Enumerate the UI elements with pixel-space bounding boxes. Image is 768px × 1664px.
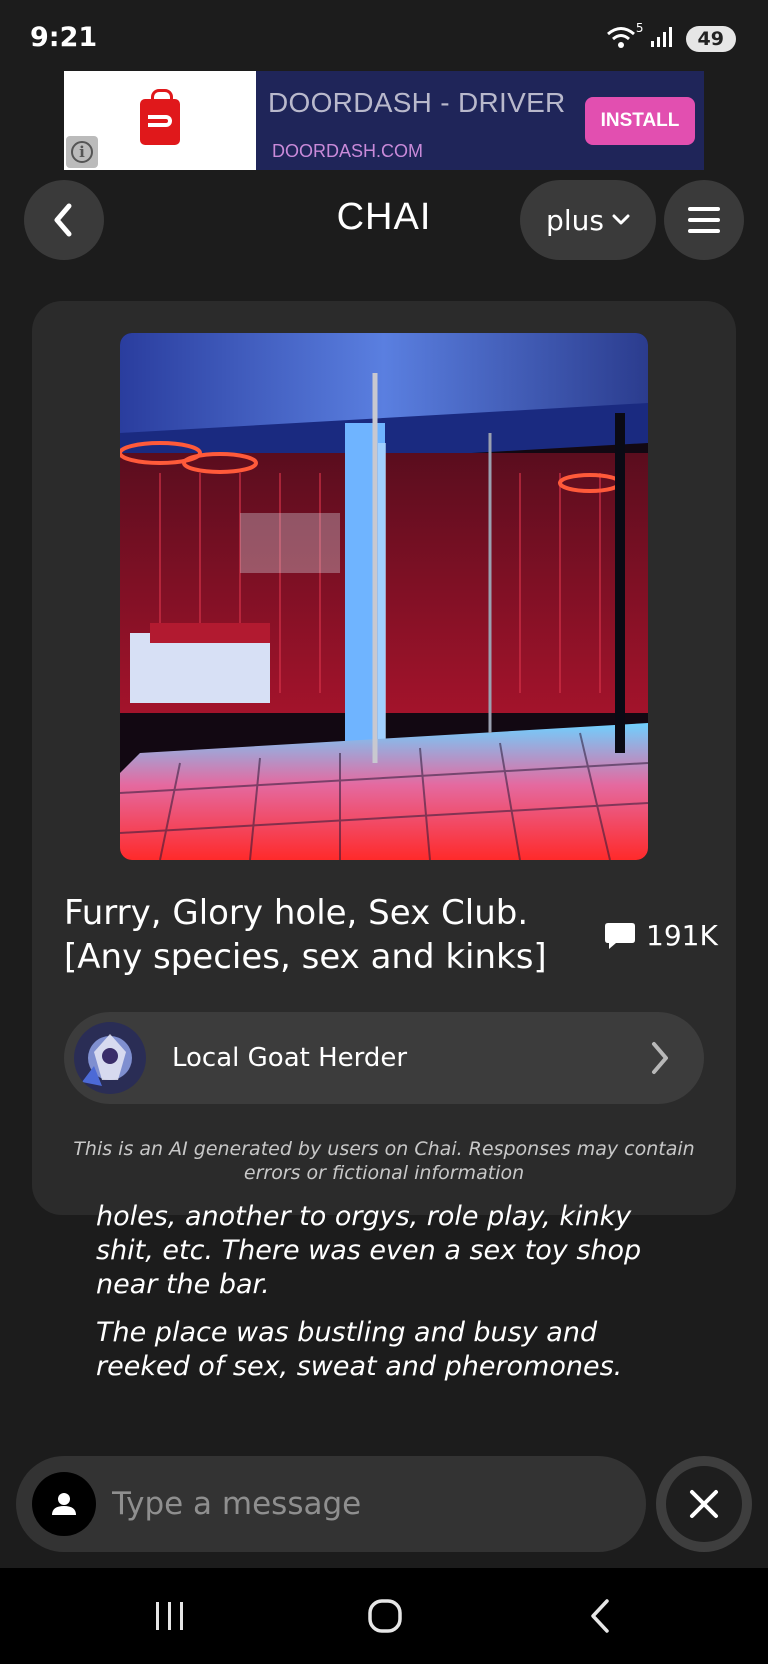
chat-paragraph: holes, another to orgys, role play, kink… — [96, 1201, 642, 1300]
battery-indicator: 49 — [685, 26, 736, 52]
chevron-left-icon — [54, 203, 72, 237]
chevron-right-icon — [652, 1042, 668, 1074]
user-icon — [52, 1493, 76, 1515]
ad-text-area[interactable]: DOORDASH - DRIVER DOORDASH.COM INSTALL — [256, 71, 704, 170]
home-icon — [368, 1599, 402, 1633]
close-icon — [690, 1490, 718, 1518]
wifi-icon: 5 — [606, 21, 644, 53]
message-input[interactable] — [112, 1474, 622, 1534]
recents-icon — [156, 1602, 183, 1630]
signal-icon — [650, 25, 676, 53]
bot-cover-image — [120, 333, 648, 860]
chevron-down-icon — [612, 214, 630, 225]
hamburger-menu-icon — [688, 207, 720, 233]
ad-install-button[interactable]: INSTALL — [585, 97, 695, 145]
nav-back-icon — [591, 1599, 609, 1633]
status-time: 9:21 — [30, 22, 98, 53]
status-icons: 5 49 — [606, 21, 736, 54]
menu-button[interactable] — [664, 180, 744, 260]
bot-info-card: Furry, Glory hole, Sex Club. [Any specie… — [32, 301, 736, 1215]
creator-link[interactable]: Local Goat Herder — [64, 1012, 704, 1104]
bot-name: Furry, Glory hole, Sex Club. [Any specie… — [64, 893, 547, 977]
back-button[interactable] — [24, 180, 104, 260]
status-bar: 9:21 5 49 — [0, 0, 768, 70]
user-avatar[interactable] — [32, 1472, 96, 1536]
nav-back-button[interactable] — [570, 1590, 630, 1642]
plan-dropdown-button[interactable]: plus — [520, 180, 656, 260]
ai-disclaimer: This is an AI generated by users on Chai… — [73, 1138, 695, 1184]
ad-title: DOORDASH - DRIVER — [268, 87, 566, 118]
chat-paragraph: The place was bustling and busy and reek… — [96, 1317, 623, 1382]
nav-home-button[interactable] — [355, 1590, 415, 1642]
nav-recents-button[interactable] — [140, 1590, 200, 1642]
ad-info-icon[interactable]: i — [66, 136, 98, 168]
creator-name: Local Goat Herder — [172, 1043, 408, 1073]
ad-banner[interactable]: i DOORDASH - DRIVER DOORDASH.COM INSTALL — [64, 71, 704, 170]
ad-url: DOORDASH.COM — [272, 141, 424, 161]
wifi-label: 5 — [635, 21, 644, 35]
creator-avatar — [74, 1022, 146, 1094]
doordash-logo-icon — [140, 89, 180, 145]
message-count: 191K — [604, 919, 718, 952]
close-button[interactable] — [656, 1456, 752, 1552]
plan-label: plus — [546, 203, 604, 237]
system-nav-bar — [0, 1568, 768, 1664]
chat-message: holes, another to orgys, role play, kink… — [96, 1200, 686, 1398]
ad-logo-area[interactable]: i — [64, 71, 256, 170]
message-composer[interactable] — [16, 1456, 646, 1552]
chat-bubble-icon — [605, 922, 635, 949]
message-count-value: 191K — [646, 919, 718, 952]
